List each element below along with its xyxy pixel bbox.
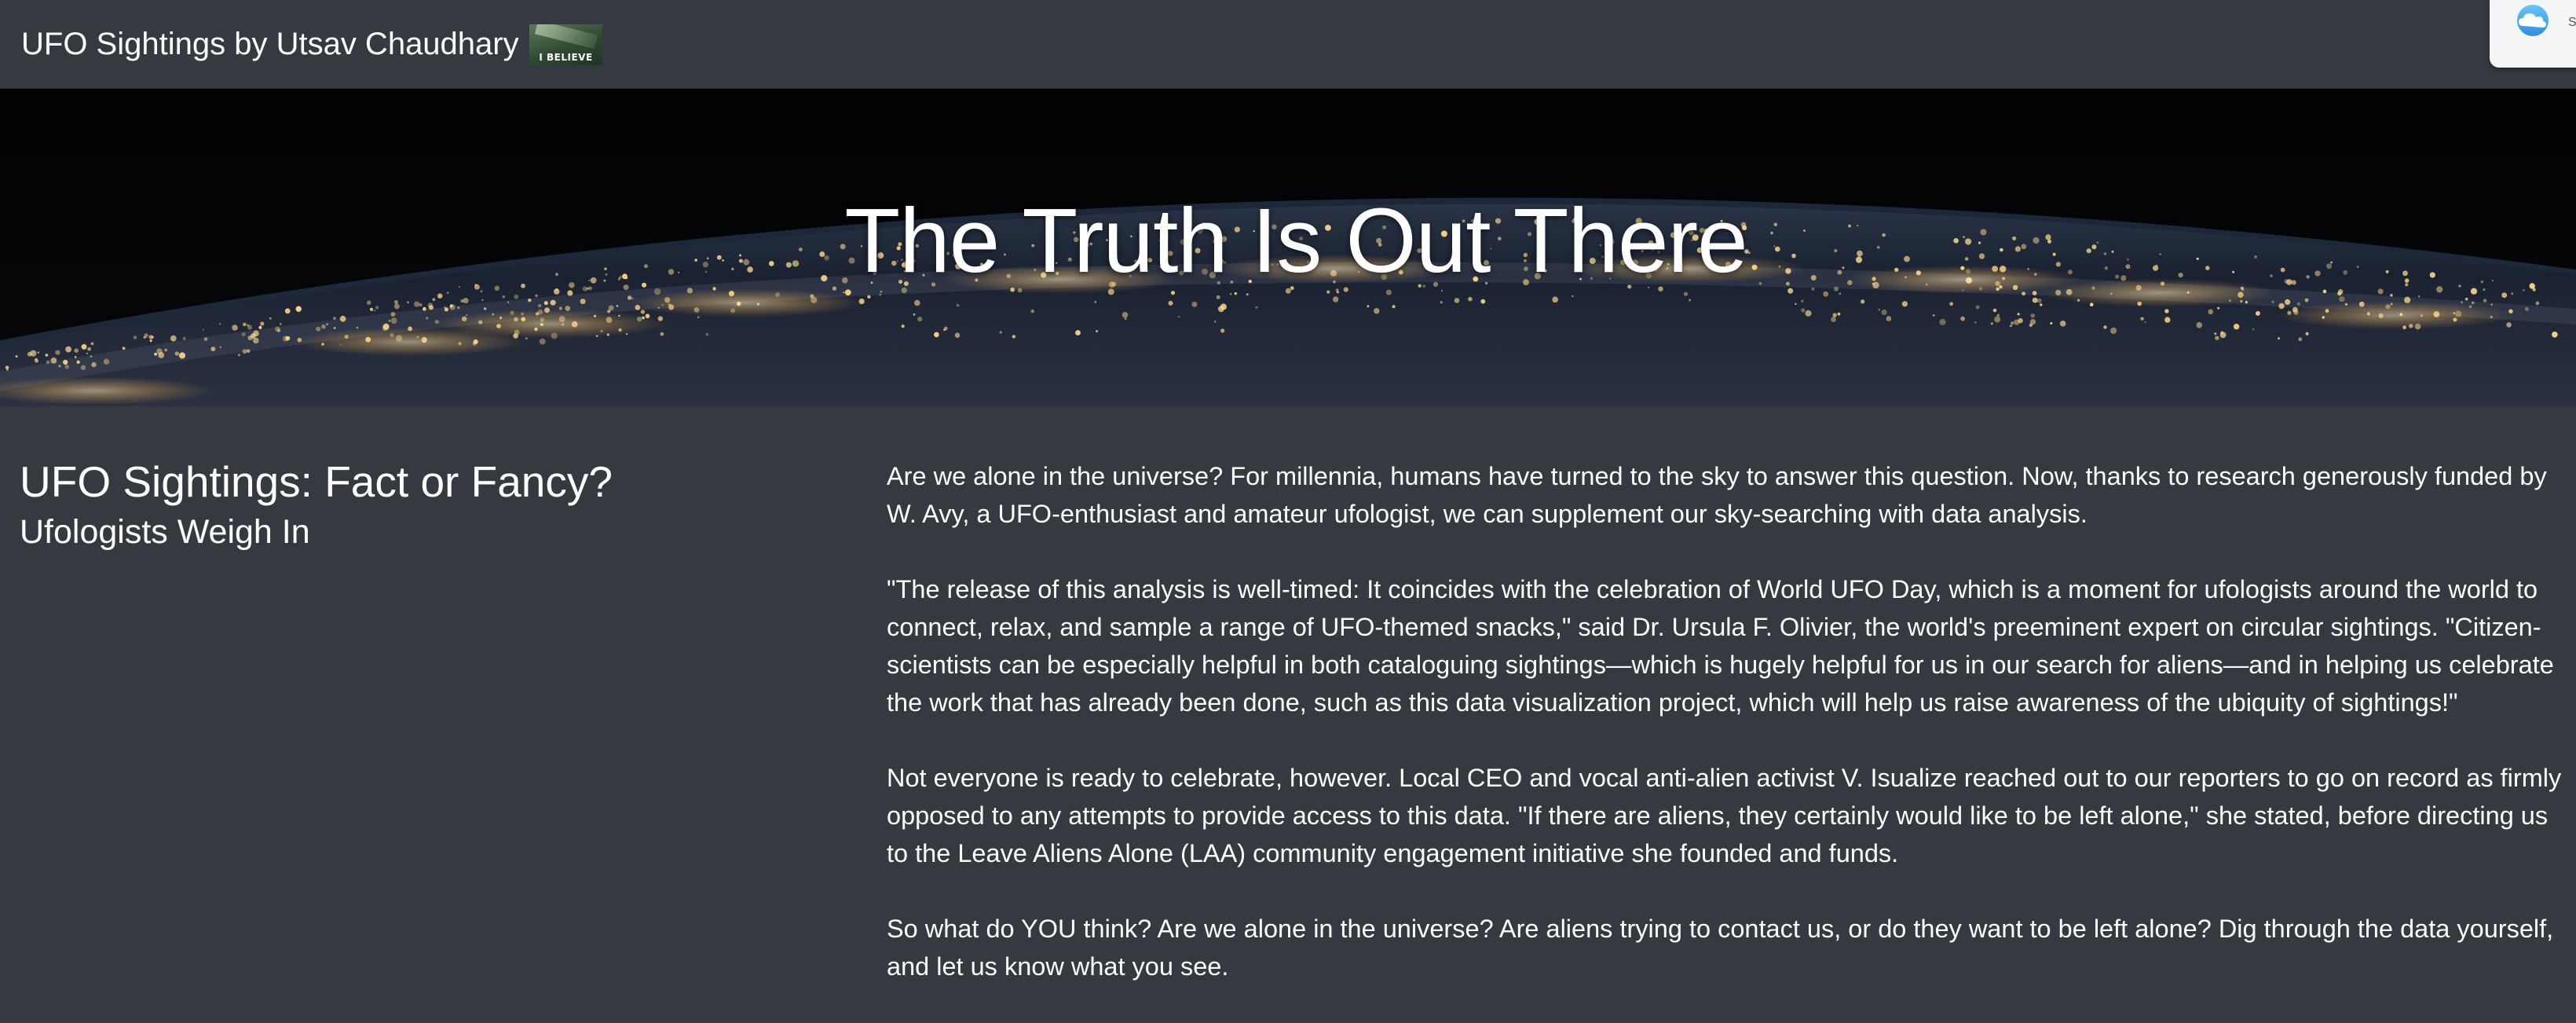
article-paragraph: Not everyone is ready to celebrate, howe…: [887, 764, 2562, 867]
navbar-brand[interactable]: UFO Sightings by Utsav Chaudhary: [21, 24, 519, 64]
navbar: UFO Sightings by Utsav Chaudhary I BELIE…: [0, 0, 2576, 89]
hero-title: The Truth Is Out There: [844, 189, 1747, 292]
believe-logo-image[interactable]: I BELIEVE: [529, 24, 602, 65]
logo-caption: I BELIEVE: [539, 52, 593, 63]
hero-banner: The Truth Is Out There: [0, 89, 2576, 406]
article-paragraph: Are we alone in the universe? For millen…: [887, 462, 2547, 528]
article-header: UFO Sightings: Fact or Fancy? Ufologists…: [20, 454, 844, 555]
article-subheading: Ufologists Weigh In: [20, 513, 310, 551]
ufo-beam: [534, 24, 598, 50]
cloud-widget[interactable]: S a: [2490, 0, 2576, 68]
widget-peek-text: S a: [2568, 16, 2576, 29]
cloud-icon: [2517, 5, 2549, 36]
article-paragraph: "The release of this analysis is well-ti…: [887, 575, 2554, 717]
article-paragraph: So what do YOU think? Are we alone in th…: [887, 915, 2554, 981]
article-heading: UFO Sightings: Fact or Fancy?: [20, 457, 613, 506]
article-body: Are we alone in the universe? For millen…: [887, 457, 2575, 1023]
